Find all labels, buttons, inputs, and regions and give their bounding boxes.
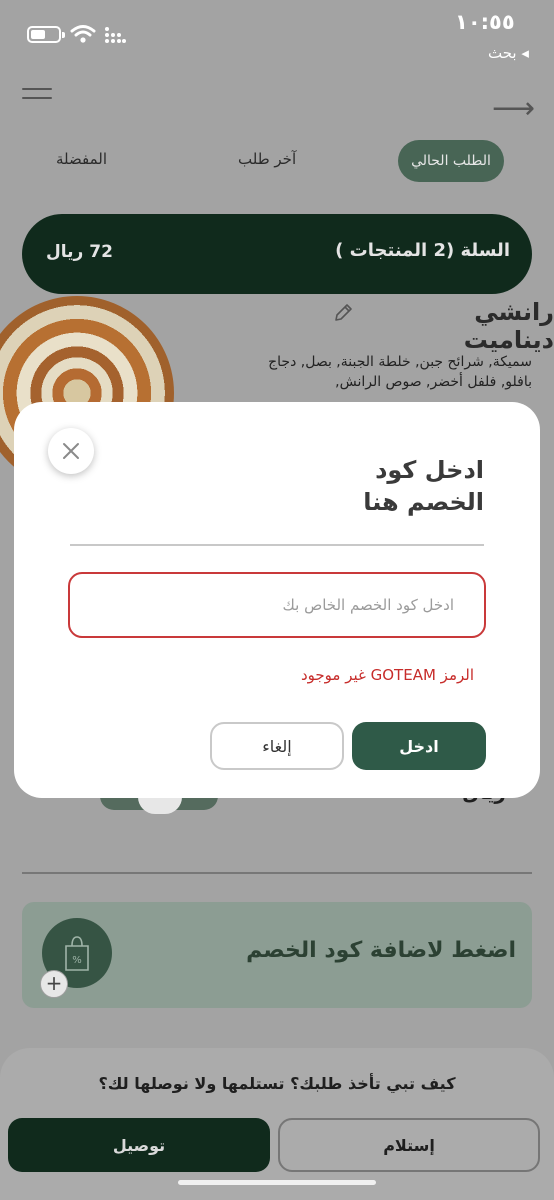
tab-last-order[interactable]: آخر طلب <box>238 150 296 168</box>
modal-title-line-1: ادخل كود <box>375 456 484 484</box>
plus-icon[interactable]: + <box>40 970 68 998</box>
cart-title: السلة (2 المنتجات ) <box>335 240 510 261</box>
discount-card-label: اضغط لاضافة كود الخصم <box>246 938 516 963</box>
discount-code-modal: ادخل كود الخصم هنا الرمز GOTEAM غير موجو… <box>14 402 540 798</box>
svg-text:%: % <box>72 955 82 966</box>
product-description: سميكة, شرائح جبن, خلطة الجبنة, بصل, دجاج… <box>268 354 532 390</box>
divider <box>22 872 532 874</box>
discount-code-input[interactable] <box>68 572 486 638</box>
menu-icon[interactable] <box>22 88 52 108</box>
enter-button[interactable]: ادخل <box>352 722 486 770</box>
pencil-icon[interactable] <box>332 302 354 324</box>
arrow-right-icon[interactable]: ⟶ <box>492 94 535 124</box>
battery-tip <box>62 32 65 38</box>
cellular-signal-icon <box>105 27 126 43</box>
battery-icon <box>27 26 61 43</box>
status-time: ١٠:٥٥ <box>455 10 515 34</box>
modal-divider <box>70 544 484 546</box>
close-icon <box>63 443 79 459</box>
tab-current-order[interactable]: الطلب الحالي <box>398 140 504 182</box>
modal-title-line-2: الخصم هنا <box>363 488 484 516</box>
order-method-sheet: كيف تبي تأخذ طلبك؟ تستلمها ولا نوصلها لك… <box>0 1048 554 1200</box>
home-indicator <box>178 1180 376 1185</box>
product-name: رانشي ديناميت <box>463 298 554 354</box>
order-method-question: كيف تبي تأخذ طلبك؟ تستلمها ولا نوصلها لك… <box>98 1074 456 1093</box>
pickup-button[interactable]: إستلام <box>278 1118 540 1172</box>
back-to-app-link[interactable]: ◂ بحث <box>488 44 529 62</box>
cart-bar[interactable]: السلة (2 المنتجات ) 72 ريال <box>22 214 532 294</box>
close-button[interactable] <box>48 428 94 474</box>
tab-favorites[interactable]: المفضلة <box>56 150 107 168</box>
modal-title: ادخل كود الخصم هنا <box>284 454 484 518</box>
cart-total: 72 ريال <box>46 242 113 262</box>
wifi-icon <box>70 25 96 43</box>
cancel-button[interactable]: إلغاء <box>210 722 344 770</box>
delivery-button[interactable]: توصيل <box>8 1118 270 1172</box>
error-message: الرمز GOTEAM غير موجود <box>300 666 474 684</box>
